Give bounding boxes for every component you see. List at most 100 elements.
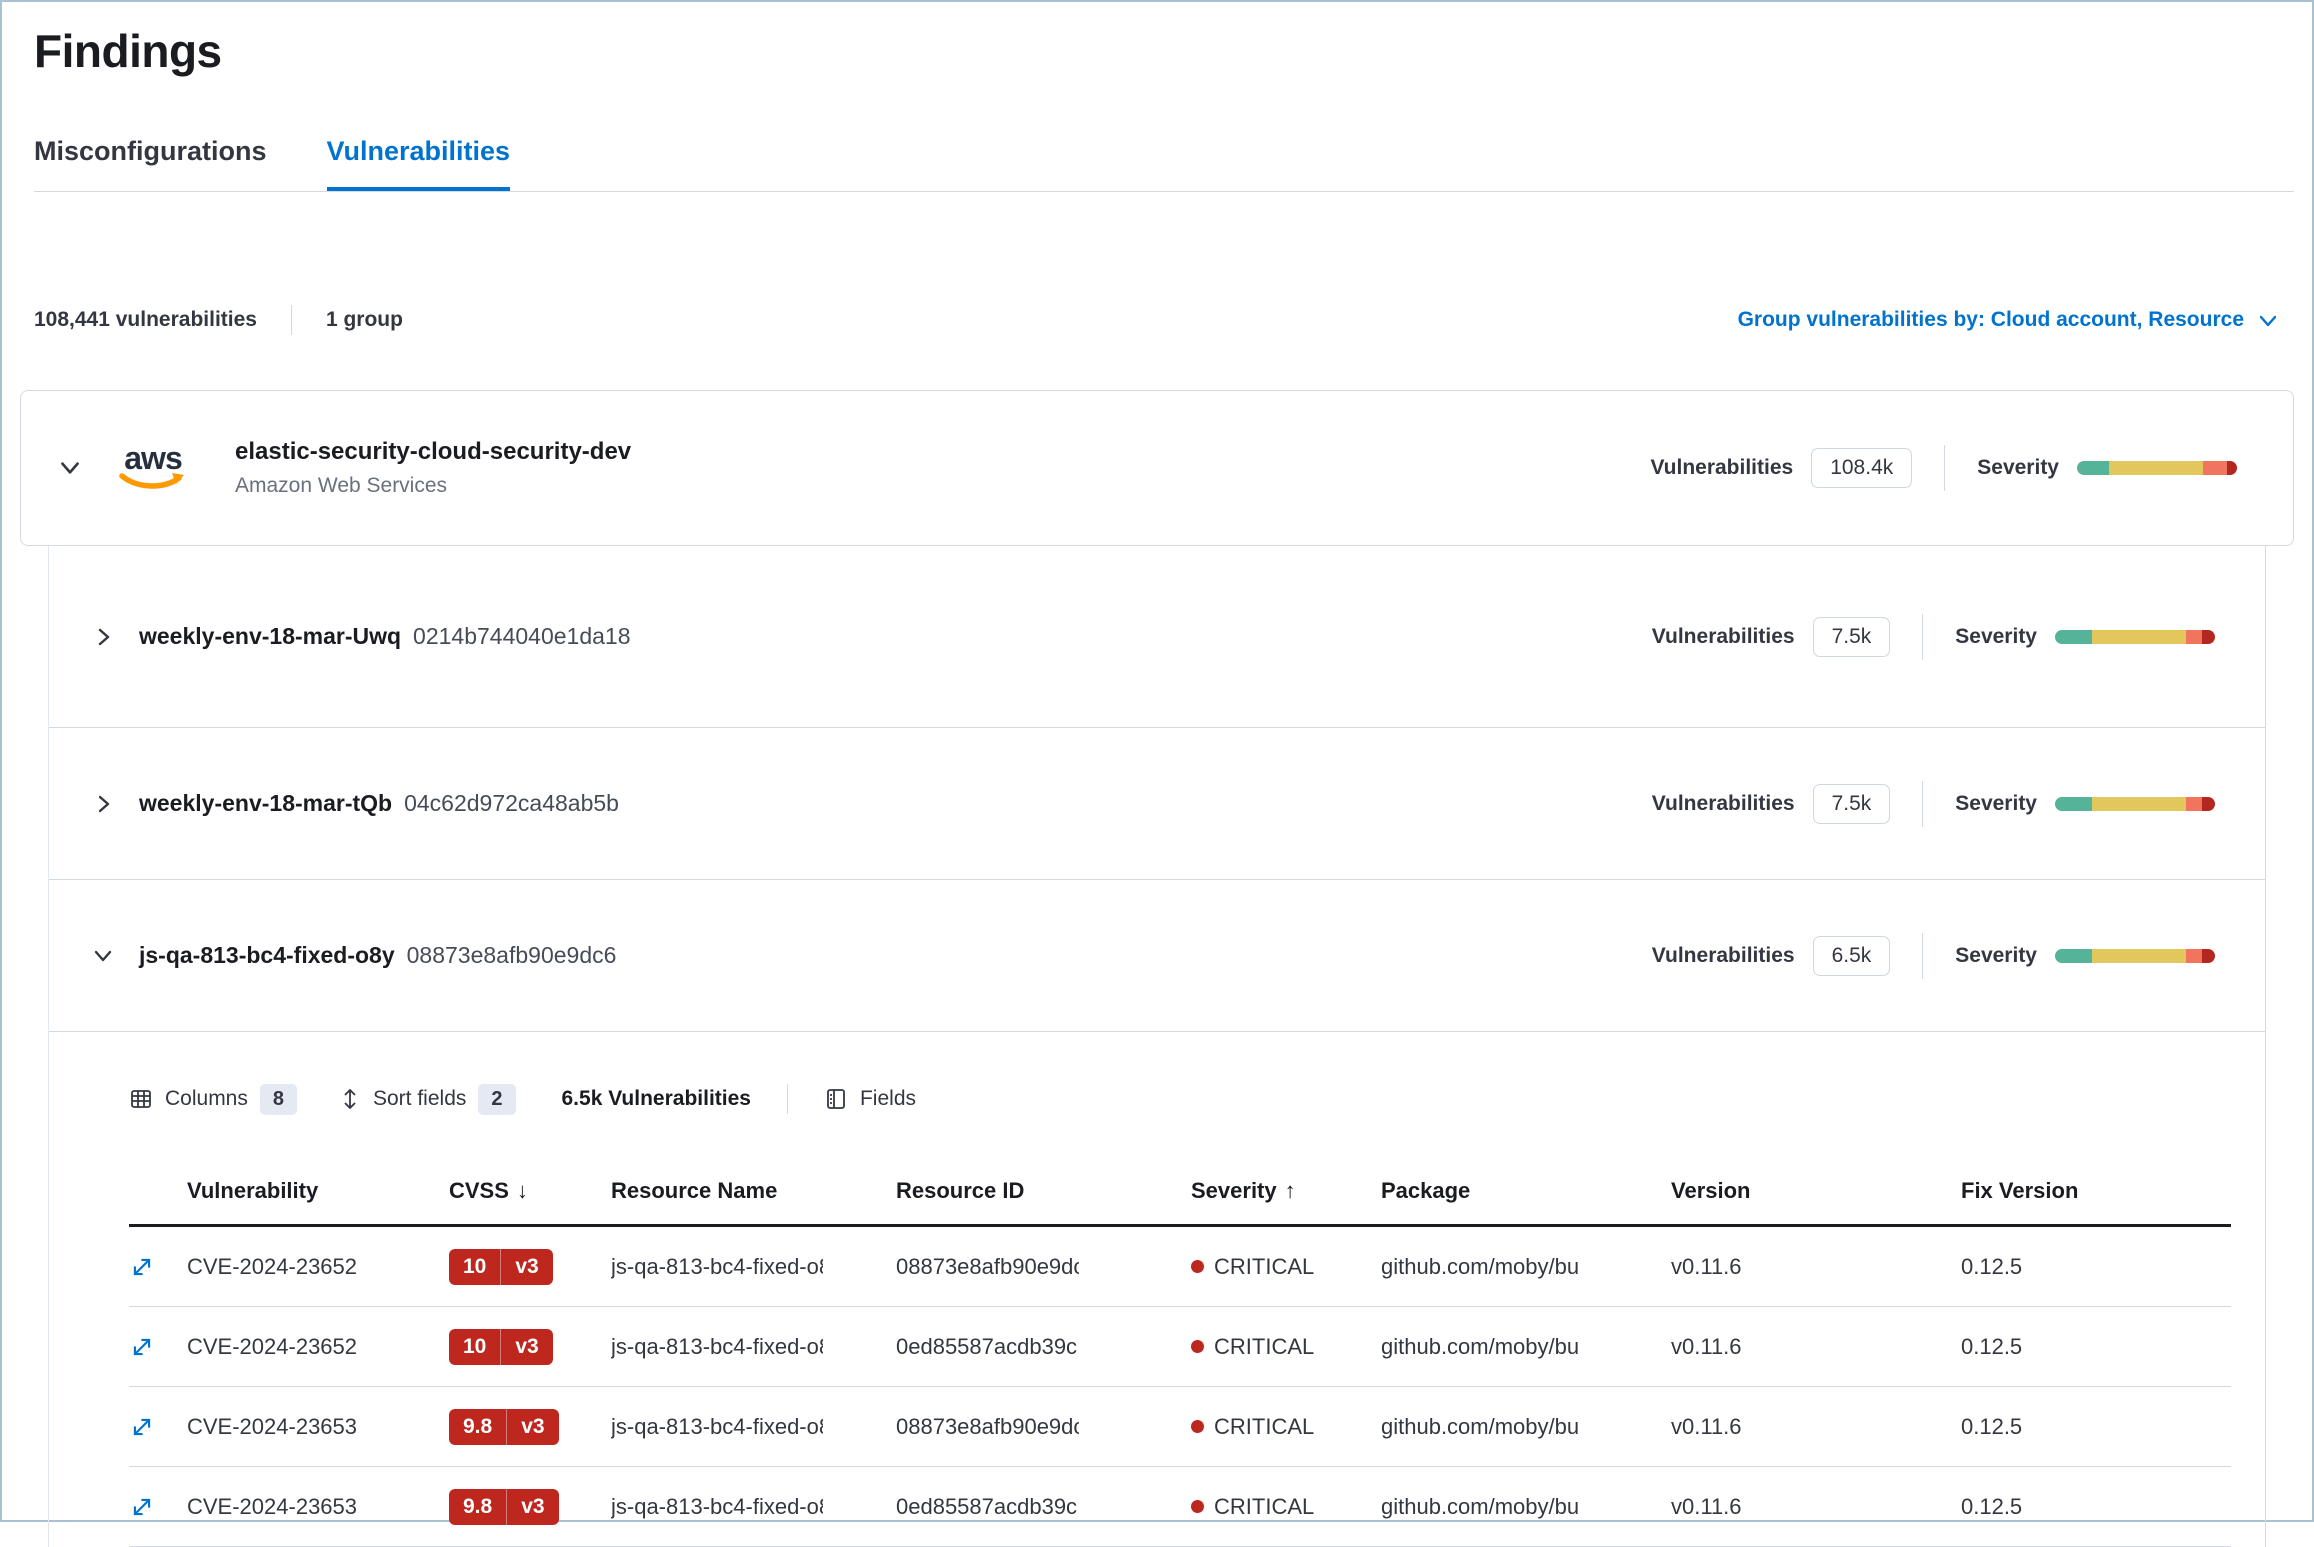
resource-id-cell: 0ed85587acdb39c — [896, 1334, 1077, 1360]
resource-group-stats: Vulnerabilities 6.5k Severity — [1652, 933, 2215, 979]
divider — [1922, 781, 1923, 827]
table-header-row: Vulnerability CVSS↓ Resource Name Resour… — [129, 1154, 2231, 1227]
cvss-score: 10 — [449, 1249, 500, 1285]
expand-group-button[interactable] — [91, 792, 115, 816]
resource-id-cell: 08873e8afb90e9dc6 — [896, 1414, 1079, 1440]
critical-severity-dot-icon — [1191, 1260, 1204, 1273]
package-cell: github.com/moby/bu — [1381, 1254, 1579, 1280]
resource-group-stats: Vulnerabilities 7.5k Severity — [1652, 781, 2215, 827]
severity-cell: CRITICAL — [1214, 1494, 1314, 1520]
expand-row-button[interactable] — [129, 1254, 155, 1280]
group-count: 1 group — [326, 308, 403, 332]
version-cell: v0.11.6 — [1671, 1414, 1961, 1440]
chevron-down-icon — [91, 944, 115, 968]
cve-id[interactable]: CVE-2024-23653 — [187, 1414, 449, 1440]
severity-bar — [2055, 797, 2215, 811]
fields-label: Fields — [860, 1087, 916, 1111]
column-header-resource-name[interactable]: Resource Name — [611, 1178, 896, 1204]
package-cell: github.com/moby/bu — [1381, 1414, 1579, 1440]
severity-label: Severity — [1955, 792, 2037, 816]
result-summary: 6.5k Vulnerabilities — [562, 1087, 751, 1111]
cloud-account-group-row: aws elastic-security-cloud-security-dev … — [20, 390, 2294, 546]
resource-groups-panel: weekly-env-18-mar-Uwq 0214b744040e1da18 … — [48, 546, 2266, 1547]
cvss-score: 9.8 — [449, 1489, 506, 1525]
group-by-selector[interactable]: Group vulnerabilities by: Cloud account,… — [1738, 308, 2280, 332]
version-cell: v0.11.6 — [1671, 1254, 1961, 1280]
table-row: CVE-2024-23653 9.8 v3 js-qa-813-bc4-fixe… — [129, 1467, 2231, 1547]
column-header-fix-version[interactable]: Fix Version — [1961, 1178, 2231, 1204]
column-header-package[interactable]: Package — [1381, 1178, 1671, 1204]
resource-id-cell: 0ed85587acdb39c — [896, 1494, 1077, 1520]
chevron-right-icon — [91, 792, 115, 816]
fix-version-cell: 0.12.5 — [1961, 1254, 2231, 1280]
severity-cell: CRITICAL — [1214, 1334, 1314, 1360]
sort-asc-arrow-icon: ↑ — [1285, 1178, 1296, 1204]
fix-version-cell: 0.12.5 — [1961, 1334, 2231, 1360]
vulnerabilities-count-badge: 7.5k — [1813, 617, 1891, 657]
collapse-group-button[interactable] — [91, 944, 115, 968]
cvss-version: v3 — [501, 1249, 552, 1285]
severity-label: Severity — [1955, 625, 2037, 649]
critical-severity-dot-icon — [1191, 1420, 1204, 1433]
resource-group-name: weekly-env-18-mar-Uwq — [139, 623, 401, 650]
severity-bar — [2055, 949, 2215, 963]
expand-group-button[interactable] — [91, 625, 115, 649]
tab-vulnerabilities[interactable]: Vulnerabilities — [327, 136, 511, 191]
columns-count-badge: 8 — [260, 1084, 297, 1115]
fields-button[interactable]: Fields — [824, 1087, 916, 1111]
divider — [291, 305, 292, 335]
resource-name-cell: js-qa-813-bc4-fixed-o8y — [611, 1494, 823, 1520]
resource-group-name: weekly-env-18-mar-tQb — [139, 790, 392, 817]
severity-bar — [2055, 630, 2215, 644]
vulnerabilities-label: Vulnerabilities — [1652, 625, 1795, 649]
aws-logo-text: aws — [124, 444, 181, 473]
cvss-version: v3 — [507, 1489, 558, 1525]
divider — [1944, 445, 1945, 491]
resource-group-name: js-qa-813-bc4-fixed-o8y — [139, 942, 395, 969]
aws-logo: aws — [111, 444, 195, 493]
vulnerabilities-label: Vulnerabilities — [1652, 944, 1795, 968]
account-name: elastic-security-cloud-security-dev — [235, 438, 631, 466]
account-stats: Vulnerabilities 108.4k Severity — [1650, 445, 2237, 491]
version-cell: v0.11.6 — [1671, 1494, 1961, 1520]
cve-id[interactable]: CVE-2024-23652 — [187, 1254, 449, 1280]
aws-smile-icon — [118, 472, 188, 492]
page-title: Findings — [34, 24, 2294, 78]
expand-row-button[interactable] — [129, 1414, 155, 1440]
findings-page: Findings Misconfigurations Vulnerabiliti… — [2, 2, 2312, 1547]
table-body: CVE-2024-23652 10 v3 js-qa-813-bc4-fixed… — [129, 1227, 2231, 1547]
column-header-cvss[interactable]: CVSS↓ — [449, 1178, 611, 1204]
package-cell: github.com/moby/bu — [1381, 1334, 1579, 1360]
resource-group-id: 04c62d972ca48ab5b — [404, 790, 619, 817]
resource-name-cell: js-qa-813-bc4-fixed-o8y — [611, 1254, 823, 1280]
account-provider: Amazon Web Services — [235, 474, 631, 498]
sort-fields-button[interactable]: Sort fields 2 — [339, 1084, 516, 1115]
expand-row-button[interactable] — [129, 1334, 155, 1360]
vulnerabilities-label: Vulnerabilities — [1652, 792, 1795, 816]
severity-label: Severity — [1955, 944, 2037, 968]
cve-id[interactable]: CVE-2024-23652 — [187, 1334, 449, 1360]
column-header-resource-id[interactable]: Resource ID — [896, 1178, 1191, 1204]
vulnerability-count: 108,441 vulnerabilities — [34, 308, 257, 332]
sort-arrows-icon — [339, 1087, 361, 1111]
column-header-vulnerability[interactable]: Vulnerability — [187, 1178, 449, 1204]
severity-cell: CRITICAL — [1214, 1254, 1314, 1280]
fields-icon — [824, 1087, 848, 1111]
vulnerabilities-table: Vulnerability CVSS↓ Resource Name Resour… — [129, 1154, 2231, 1547]
cvss-score: 9.8 — [449, 1409, 506, 1445]
collapse-group-button[interactable] — [57, 455, 83, 481]
tab-misconfigurations[interactable]: Misconfigurations — [34, 136, 267, 191]
sort-fields-label: Sort fields — [373, 1087, 466, 1111]
cvss-score: 10 — [449, 1329, 500, 1365]
package-cell: github.com/moby/bu — [1381, 1494, 1579, 1520]
expand-row-button[interactable] — [129, 1494, 155, 1520]
fix-version-cell: 0.12.5 — [1961, 1494, 2231, 1520]
findings-tabs: Misconfigurations Vulnerabilities — [34, 136, 2294, 192]
columns-button[interactable]: Columns 8 — [129, 1084, 297, 1115]
severity-label: Severity — [1977, 456, 2059, 480]
table-row: CVE-2024-23652 10 v3 js-qa-813-bc4-fixed… — [129, 1227, 2231, 1307]
column-header-version[interactable]: Version — [1671, 1178, 1961, 1204]
column-header-severity[interactable]: Severity↑ — [1191, 1178, 1381, 1204]
cvss-badge: 10 v3 — [449, 1249, 553, 1285]
cve-id[interactable]: CVE-2024-23653 — [187, 1494, 449, 1520]
